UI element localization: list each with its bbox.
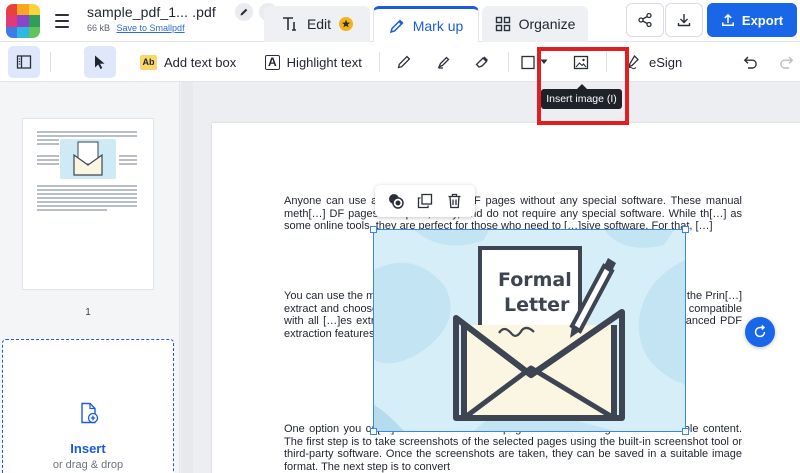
insert-sublabel: or drag & drop	[52, 459, 124, 471]
highlight-text-button[interactable]: A Highlight text	[265, 46, 362, 78]
save-to-smallpdf-link[interactable]: Save to Smallpdf	[117, 23, 185, 33]
share-button[interactable]	[626, 3, 664, 37]
undo-button[interactable]	[735, 46, 767, 78]
undo-icon	[743, 56, 757, 69]
layers-icon	[388, 194, 404, 209]
duplicate-button[interactable]	[414, 190, 436, 212]
highlighter-tool-button[interactable]	[428, 46, 460, 78]
select-tool-button[interactable]	[84, 46, 116, 78]
eraser-tool-button[interactable]	[466, 46, 498, 78]
thumbnail-image	[60, 139, 116, 179]
signature-pen-icon	[627, 54, 639, 70]
share-icon	[638, 12, 652, 28]
refresh-icon	[754, 324, 766, 338]
text-edit-icon	[282, 17, 296, 31]
toolbar-divider	[606, 52, 607, 72]
tab-mark-up[interactable]: Mark up	[373, 6, 479, 42]
toolbar-divider	[379, 52, 380, 72]
download-button[interactable]	[665, 3, 703, 37]
add-text-box-button[interactable]: Ab Add text box	[140, 46, 236, 78]
text-box-icon: Ab	[140, 54, 157, 70]
smallpdf-logo-icon[interactable]	[6, 4, 40, 38]
inserted-image[interactable]: Formal Letter	[370, 226, 689, 435]
toolbar-divider	[50, 52, 51, 72]
esign-button[interactable]: eSign	[626, 46, 682, 78]
highlighter-icon	[437, 56, 450, 69]
highlight-text-label: Highlight text	[286, 54, 362, 70]
paragraph-1: Anyone can use a t[…] to extract PDF pag…	[284, 195, 742, 233]
menu-icon[interactable]	[48, 8, 76, 34]
resize-handle-top-right[interactable]	[682, 226, 689, 233]
tab-edit-label: Edit	[306, 16, 332, 32]
export-button[interactable]: Export	[707, 3, 797, 37]
rectangle-shape-icon	[521, 55, 535, 69]
tab-mark-up-label: Mark up	[412, 17, 464, 34]
redo-icon	[780, 56, 794, 69]
image-caption: Formal Letter	[498, 269, 572, 316]
pen-icon	[397, 55, 411, 69]
redo-button[interactable]	[770, 46, 800, 78]
app-header: sample_pdf_1... .pdf 66 kB Save to Small…	[0, 0, 800, 42]
pen-tool-button[interactable]	[388, 46, 420, 78]
premium-star-icon	[339, 17, 354, 31]
rename-pencil-icon[interactable]	[235, 3, 253, 21]
page-number: 1	[85, 307, 91, 318]
file-meta: 66 kB Save to Smallpdf	[87, 23, 185, 33]
grid-organize-icon	[495, 16, 510, 32]
tab-organize[interactable]: Organize	[482, 6, 588, 42]
image-style-button[interactable]	[385, 190, 407, 212]
image-icon	[573, 55, 589, 69]
caret-down-icon	[540, 59, 548, 64]
duplicate-icon	[417, 193, 433, 209]
highlight-text-icon: A	[265, 54, 280, 70]
resize-handle-bottom-left[interactable]	[370, 428, 377, 435]
markup-toolbar: Ab Add text box A Highlight text eSign	[0, 42, 800, 82]
sidebar-panel-icon	[16, 55, 32, 69]
document-scrollbar[interactable]	[181, 82, 193, 473]
esign-label: eSign	[649, 54, 683, 70]
file-name[interactable]: sample_pdf_1... .pdf	[87, 4, 216, 20]
export-upload-icon	[721, 13, 734, 27]
download-icon	[677, 14, 691, 27]
resize-handle-top-left[interactable]	[370, 226, 377, 233]
export-label: Export	[741, 12, 784, 28]
insert-image-tooltip: Insert image (I)	[541, 84, 622, 109]
resize-handle-bottom-right[interactable]	[682, 428, 689, 435]
formal-letter-envelope-image	[374, 230, 685, 431]
rotate-sync-button[interactable]	[745, 317, 775, 347]
cursor-arrow-icon	[95, 55, 105, 69]
eraser-icon	[475, 56, 488, 68]
toggle-sidebar-button[interactable]	[8, 46, 40, 78]
tab-organize-label: Organize	[518, 16, 576, 32]
add-file-icon	[81, 402, 99, 424]
insert-dropzone[interactable]: Insert or drag & drop	[2, 339, 174, 473]
insert-image-button[interactable]	[565, 46, 597, 78]
insert-label: Insert	[70, 441, 106, 456]
file-size: 66 kB	[87, 23, 111, 33]
page-thumbnail-1[interactable]	[23, 119, 153, 289]
image-floating-toolbar	[375, 185, 475, 217]
add-text-box-label: Add text box	[164, 54, 237, 70]
shape-tool-dropdown[interactable]	[521, 46, 548, 78]
delete-button[interactable]	[443, 190, 465, 212]
toolbar-divider	[508, 52, 509, 72]
tab-edit[interactable]: Edit	[264, 6, 370, 42]
page-thumbnails-panel: 1 Insert or drag & drop	[0, 82, 180, 473]
pen-markup-icon	[389, 18, 404, 33]
trash-icon	[448, 193, 461, 209]
